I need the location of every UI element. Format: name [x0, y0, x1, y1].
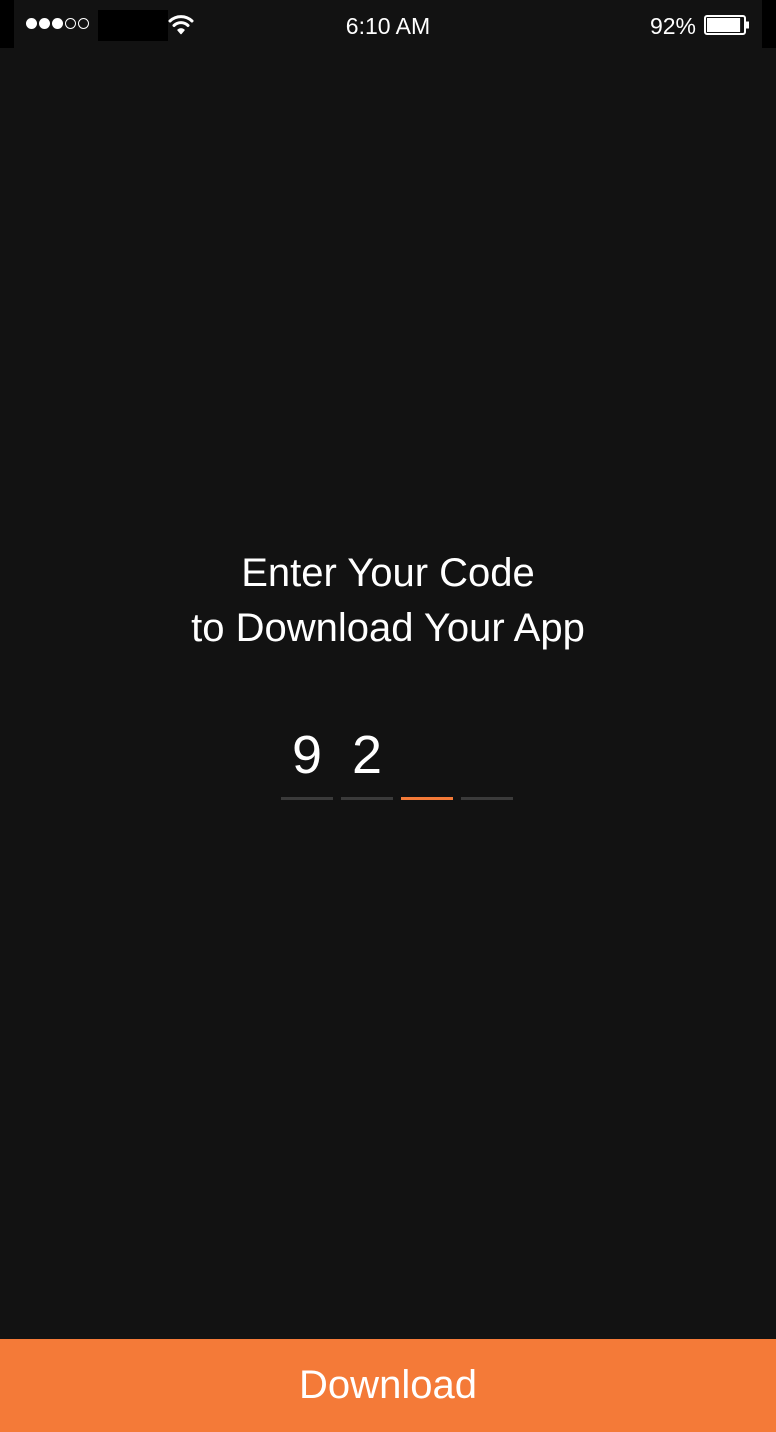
code-digit-slot-3[interactable]: [401, 722, 453, 802]
code-digit: 2: [351, 725, 383, 785]
code-digit-slot-2[interactable]: 2: [341, 722, 393, 802]
code-digit-slot-1[interactable]: 9: [281, 722, 333, 802]
code-digit: [461, 722, 513, 788]
download-button[interactable]: Download: [0, 1339, 776, 1432]
frame-edge-right: [762, 0, 776, 48]
status-bar: 6:10 AM 92%: [14, 0, 762, 48]
code-digit: 9: [291, 725, 323, 785]
code-input[interactable]: 9 2: [281, 722, 521, 804]
battery-percentage: 92%: [649, 13, 696, 39]
code-slot-underline: [281, 797, 333, 800]
page-title: Enter Your Code to Download Your App: [0, 546, 776, 656]
battery-icon: [704, 15, 749, 35]
code-slot-underline: [401, 797, 453, 800]
frame-edge-left: [0, 0, 14, 48]
code-slot-underline: [341, 797, 393, 800]
title-line-1: Enter Your Code: [241, 551, 535, 595]
title-line-2: to Download Your App: [191, 606, 585, 650]
code-slot-underline: [461, 797, 513, 800]
code-digit: [401, 722, 453, 788]
code-digit-slot-4[interactable]: [461, 722, 513, 802]
battery-level-fill: [707, 18, 741, 32]
